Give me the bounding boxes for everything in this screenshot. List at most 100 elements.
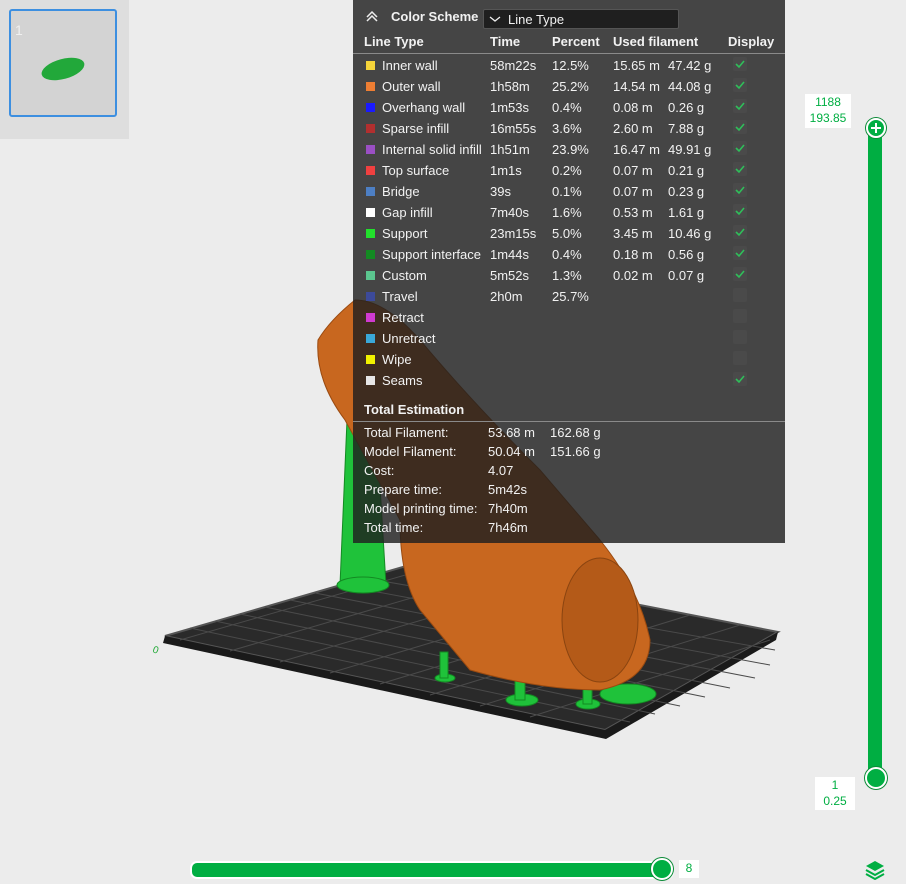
total-value2: 151.66 g bbox=[550, 444, 601, 459]
chevron-down-icon bbox=[489, 16, 501, 22]
display-checkbox[interactable] bbox=[733, 267, 747, 281]
header-display: Display bbox=[728, 34, 775, 49]
row-time: 16m55s bbox=[490, 121, 537, 136]
layers-icon[interactable] bbox=[864, 858, 886, 880]
row-length: 14.54 m bbox=[613, 79, 660, 94]
plate-model-icon bbox=[41, 57, 85, 81]
display-checkbox[interactable] bbox=[733, 99, 747, 113]
display-checkbox[interactable] bbox=[733, 246, 747, 260]
row-length: 16.47 m bbox=[613, 142, 660, 157]
color-swatch bbox=[366, 208, 375, 217]
row-weight: 49.91 g bbox=[668, 142, 712, 157]
total-value: 5m42s bbox=[488, 482, 528, 497]
row-percent: 1.6% bbox=[552, 205, 582, 220]
color-swatch bbox=[366, 250, 375, 259]
color-swatch bbox=[366, 145, 375, 154]
display-checkbox[interactable] bbox=[733, 141, 747, 155]
row-weight: 0.07 g bbox=[668, 268, 705, 283]
layer-slider-bottom-handle[interactable] bbox=[865, 767, 887, 789]
header-percent: Percent bbox=[552, 34, 600, 49]
total-value: 53.68 m bbox=[488, 425, 535, 440]
legend-row: Travel 2h0m 25.7% bbox=[353, 286, 785, 307]
row-time: 2h0m bbox=[490, 289, 523, 304]
legend-row: Outer wall 1h58m 25.2% 14.54 m 44.08 g bbox=[353, 76, 785, 97]
color-swatch bbox=[366, 103, 375, 112]
display-checkbox[interactable] bbox=[733, 204, 747, 218]
legend-row: Retract bbox=[353, 307, 785, 328]
row-weight: 44.08 g bbox=[668, 79, 712, 94]
row-percent: 0.2% bbox=[552, 163, 582, 178]
legend-row: Overhang wall 1m53s 0.4% 0.08 m 0.26 g bbox=[353, 97, 785, 118]
color-swatch bbox=[366, 187, 375, 196]
move-slider-value: 8 bbox=[679, 860, 699, 878]
check-icon bbox=[735, 228, 745, 237]
row-percent: 0.4% bbox=[552, 247, 582, 262]
color-scheme-legend: Color Scheme Line Type Line Type Time Pe… bbox=[353, 0, 785, 543]
row-name: Internal solid infill bbox=[382, 142, 482, 157]
display-checkbox[interactable] bbox=[733, 57, 747, 71]
row-length: 0.53 m bbox=[613, 205, 653, 220]
total-label: Model Filament: bbox=[364, 444, 457, 459]
row-percent: 0.4% bbox=[552, 100, 582, 115]
display-checkbox[interactable] bbox=[733, 183, 747, 197]
top-layer-number: 1188 bbox=[815, 95, 841, 109]
bottom-layer-height: 0.25 bbox=[823, 794, 847, 808]
layer-slider-top-handle[interactable] bbox=[866, 118, 886, 138]
check-icon bbox=[735, 375, 745, 384]
row-name: Support interface bbox=[382, 247, 482, 262]
row-time: 7m40s bbox=[490, 205, 530, 220]
plate-number: 1 bbox=[15, 22, 23, 38]
totals-divider bbox=[353, 421, 785, 422]
color-swatch bbox=[366, 292, 375, 301]
row-time: 5m52s bbox=[490, 268, 530, 283]
total-label: Cost: bbox=[364, 463, 395, 478]
plus-icon bbox=[871, 123, 881, 133]
row-time: 1m44s bbox=[490, 247, 530, 262]
legend-row: Inner wall 58m22s 12.5% 15.65 m 47.42 g bbox=[353, 55, 785, 76]
row-percent: 0.1% bbox=[552, 184, 582, 199]
display-checkbox[interactable] bbox=[733, 225, 747, 239]
total-label: Total time: bbox=[364, 520, 424, 535]
layer-slider-track[interactable] bbox=[868, 126, 882, 776]
row-name: Travel bbox=[382, 289, 418, 304]
display-checkbox[interactable] bbox=[733, 288, 747, 302]
display-checkbox[interactable] bbox=[733, 309, 747, 323]
check-icon bbox=[735, 60, 745, 69]
display-checkbox[interactable] bbox=[733, 372, 747, 386]
row-length: 2.60 m bbox=[613, 121, 653, 136]
total-value: 7h40m bbox=[488, 501, 528, 516]
display-checkbox[interactable] bbox=[733, 78, 747, 92]
display-checkbox[interactable] bbox=[733, 162, 747, 176]
display-checkbox[interactable] bbox=[733, 330, 747, 344]
header-time: Time bbox=[490, 34, 521, 49]
plate-thumbnail[interactable] bbox=[9, 9, 117, 117]
legend-row: Unretract bbox=[353, 328, 785, 349]
row-name: Top surface bbox=[382, 163, 450, 178]
row-length: 0.08 m bbox=[613, 100, 653, 115]
row-percent: 23.9% bbox=[552, 142, 589, 157]
move-slider-track[interactable] bbox=[190, 861, 674, 879]
row-name: Unretract bbox=[382, 331, 436, 346]
legend-row: Seams bbox=[353, 370, 785, 391]
legend-row: Gap infill 7m40s 1.6% 0.53 m 1.61 g bbox=[353, 202, 785, 223]
collapse-chevron-icon[interactable] bbox=[365, 10, 379, 22]
row-name: Wipe bbox=[382, 352, 412, 367]
move-slider-handle[interactable] bbox=[651, 858, 673, 880]
row-time: 58m22s bbox=[490, 58, 537, 73]
check-icon bbox=[735, 207, 745, 216]
display-checkbox[interactable] bbox=[733, 351, 747, 365]
top-layer-value-box: 1188 193.85 bbox=[805, 94, 851, 128]
bottom-layer-value-box: 1 0.25 bbox=[815, 777, 855, 810]
row-weight: 0.26 g bbox=[668, 100, 705, 115]
display-checkbox[interactable] bbox=[733, 120, 747, 134]
row-name: Inner wall bbox=[382, 58, 438, 73]
legend-row: Sparse infill 16m55s 3.6% 2.60 m 7.88 g bbox=[353, 118, 785, 139]
color-swatch bbox=[366, 313, 375, 322]
row-percent: 3.6% bbox=[552, 121, 582, 136]
row-weight: 0.21 g bbox=[668, 163, 705, 178]
color-swatch bbox=[366, 376, 375, 385]
row-time: 1h58m bbox=[490, 79, 530, 94]
row-name: Outer wall bbox=[382, 79, 441, 94]
color-scheme-select[interactable]: Line Type bbox=[483, 9, 679, 29]
header-line-type: Line Type bbox=[364, 34, 424, 49]
